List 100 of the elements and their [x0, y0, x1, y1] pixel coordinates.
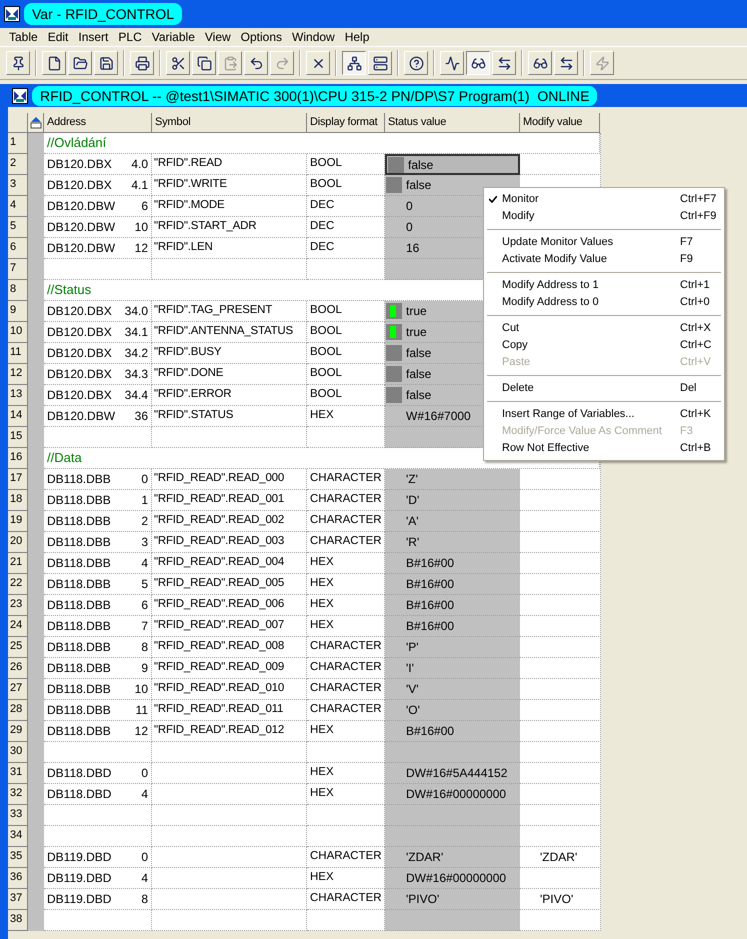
offset-text: 4: [141, 786, 148, 803]
menu-item[interactable]: Help: [340, 28, 374, 46]
row-number[interactable]: 34: [8, 826, 28, 847]
offset-text: 34.2: [124, 345, 148, 362]
row-number[interactable]: 3: [8, 175, 28, 196]
row-number[interactable]: 8: [8, 280, 28, 301]
row-number[interactable]: 38: [8, 910, 28, 931]
row-number[interactable]: 1: [8, 133, 28, 154]
offset-text: 10: [134, 681, 148, 698]
menu-item[interactable]: Activate Modify Value F9: [484, 251, 724, 268]
symbol-cell: "RFID_READ".READ_006: [152, 595, 307, 616]
format-cell: CHARACTER: [307, 637, 385, 658]
row-number[interactable]: 37: [8, 889, 28, 910]
row-number[interactable]: 26: [8, 658, 28, 679]
row-number[interactable]: 21: [8, 553, 28, 574]
menu-item[interactable]: Insert: [73, 28, 114, 46]
symbol-cell: "RFID_READ".READ_007: [152, 616, 307, 637]
row-number[interactable]: 22: [8, 574, 28, 595]
column-header[interactable]: Display format: [307, 113, 385, 133]
row-number[interactable]: 13: [8, 385, 28, 406]
row-number[interactable]: 33: [8, 805, 28, 826]
menu-item[interactable]: Variable: [146, 28, 200, 46]
menu-item[interactable]: Delete Del: [484, 380, 724, 397]
menu-item[interactable]: Update Monitor Values F7: [484, 234, 724, 251]
row-number[interactable]: 14: [8, 406, 28, 427]
symbol-cell: "RFID_READ".READ_000: [152, 469, 307, 490]
row-number[interactable]: 6: [8, 238, 28, 259]
offset-text: 6: [141, 198, 148, 215]
row-number[interactable]: 16: [8, 448, 28, 469]
address-text: DB119.DBD: [47, 849, 112, 866]
row-number[interactable]: 29: [8, 721, 28, 742]
row-number[interactable]: 19: [8, 511, 28, 532]
toolbar-button[interactable]: [466, 51, 490, 75]
row-number[interactable]: 2: [8, 154, 28, 175]
menu-item[interactable]: Options: [236, 28, 288, 46]
menu-item[interactable]: Cut Ctrl+X: [484, 320, 724, 337]
row-number[interactable]: 36: [8, 868, 28, 889]
status-text: 'I': [406, 660, 414, 677]
format-cell: BOOL: [307, 385, 385, 406]
column-header[interactable]: Symbol: [152, 113, 307, 133]
offset-text: 36: [134, 408, 148, 425]
modify-cell[interactable]: 'PIVO': [520, 889, 599, 910]
menu-item[interactable]: Copy Ctrl+C: [484, 337, 724, 354]
menu-item[interactable]: Edit: [42, 28, 74, 46]
menu-item[interactable]: Modify Ctrl+F9: [484, 208, 724, 225]
menu-item[interactable]: Row Not Effective Ctrl+B: [484, 440, 724, 457]
row-number[interactable]: 27: [8, 679, 28, 700]
column-header[interactable]: Status value: [385, 113, 520, 133]
column-header[interactable]: Address: [44, 113, 152, 133]
symbol-cell: "RFID_READ".READ_008: [152, 637, 307, 658]
row-number[interactable]: 9: [8, 301, 28, 322]
format-cell: HEX: [307, 595, 385, 616]
symbol-cell: "RFID".READ: [152, 154, 307, 175]
format-cell: BOOL: [307, 175, 385, 196]
address-text: DB118.DBB: [47, 555, 111, 572]
row-number[interactable]: 18: [8, 490, 28, 511]
row-number[interactable]: 17: [8, 469, 28, 490]
status-text: false: [406, 345, 432, 362]
copy-icon: [196, 56, 212, 70]
menu-item[interactable]: Window: [287, 28, 340, 46]
symbol-cell: "RFID".ANTENNA_STATUS: [152, 322, 307, 343]
menu-item[interactable]: Modify Address to 1 Ctrl+1: [484, 277, 724, 294]
format-cell: HEX: [307, 553, 385, 574]
menu-item[interactable]: View: [200, 28, 236, 46]
row-number[interactable]: 20: [8, 532, 28, 553]
column-header[interactable]: Modify value: [520, 113, 600, 133]
pulse-icon: [444, 56, 460, 70]
address-text: DB118.DBB: [47, 597, 111, 614]
offset-text: 2: [141, 513, 148, 530]
row-number[interactable]: 15: [8, 427, 28, 448]
menu-item[interactable]: Insert Range of Variables... Ctrl+K: [484, 406, 724, 423]
menu-item[interactable]: Table: [4, 28, 43, 46]
row-number[interactable]: 10: [8, 322, 28, 343]
row-number[interactable]: 11: [8, 343, 28, 364]
row-number[interactable]: 7: [8, 259, 28, 280]
toolbar-button[interactable]: [342, 51, 366, 75]
offset-text: 8: [141, 639, 148, 656]
row-number[interactable]: 24: [8, 616, 28, 637]
modify-cell[interactable]: 'ZDAR': [520, 847, 599, 868]
row-number[interactable]: 4: [8, 196, 28, 217]
symbol-cell: "RFID_READ".READ_004: [152, 553, 307, 574]
menu-item[interactable]: Modify Address to 0 Ctrl+0: [484, 294, 724, 311]
menu-item[interactable]: PLC: [113, 28, 147, 46]
status-text: true: [406, 324, 427, 341]
row-number[interactable]: 31: [8, 763, 28, 784]
row-number[interactable]: 25: [8, 637, 28, 658]
status-text: false: [406, 387, 432, 404]
row-number[interactable]: 30: [8, 742, 28, 763]
row-number[interactable]: 5: [8, 217, 28, 238]
row-number[interactable]: 12: [8, 364, 28, 385]
address-text: DB120.DBX: [47, 345, 112, 362]
row-number[interactable]: 23: [8, 595, 28, 616]
status-text: 16: [406, 240, 420, 257]
menu-item[interactable]: Monitor Ctrl+F7: [484, 191, 724, 208]
comment-text: //Ovládání: [46, 134, 108, 152]
row-number[interactable]: 32: [8, 784, 28, 805]
symbol-cell: "RFID".LEN: [152, 238, 307, 259]
row-number[interactable]: 35: [8, 847, 28, 868]
row-number[interactable]: 28: [8, 700, 28, 721]
address-text: DB118.DBB: [47, 639, 111, 656]
